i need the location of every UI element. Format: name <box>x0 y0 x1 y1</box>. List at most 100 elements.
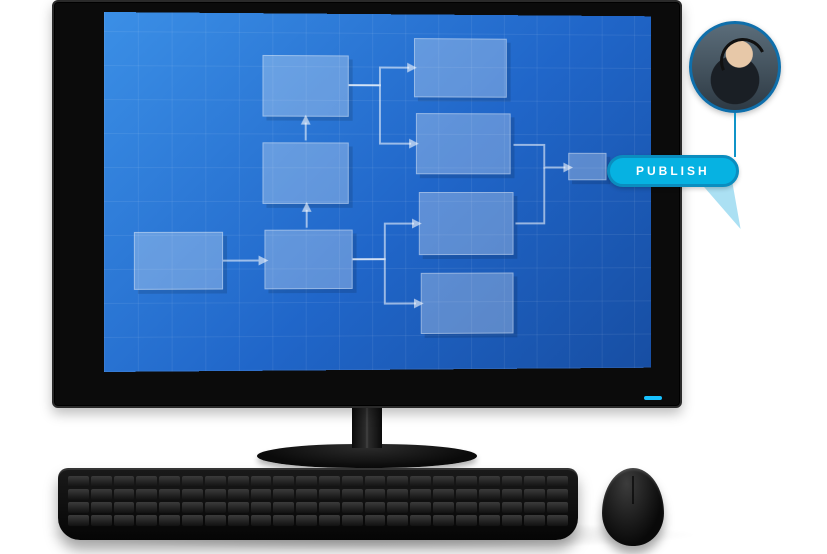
key <box>251 489 272 500</box>
key <box>296 476 317 487</box>
key <box>479 515 500 526</box>
callout-line <box>734 113 736 157</box>
key <box>365 476 386 487</box>
flow-node <box>419 192 514 255</box>
key <box>296 489 317 500</box>
key <box>136 476 157 487</box>
flow-node <box>263 55 349 117</box>
support-agent-avatar <box>689 21 781 113</box>
key <box>387 476 408 487</box>
key <box>136 489 157 500</box>
monitor-screen <box>104 12 651 372</box>
flow-node <box>414 38 507 98</box>
key <box>502 489 523 500</box>
key <box>182 515 203 526</box>
key <box>251 502 272 513</box>
key <box>91 502 112 513</box>
key <box>410 502 431 513</box>
key <box>159 502 180 513</box>
key <box>433 476 454 487</box>
key <box>205 476 226 487</box>
key <box>433 515 454 526</box>
key <box>136 515 157 526</box>
key <box>296 515 317 526</box>
key <box>228 476 249 487</box>
key <box>273 476 294 487</box>
key <box>387 502 408 513</box>
key <box>228 489 249 500</box>
key <box>524 489 545 500</box>
key <box>456 476 477 487</box>
key <box>205 502 226 513</box>
flow-connectors <box>104 12 651 372</box>
key <box>433 489 454 500</box>
key <box>365 515 386 526</box>
key <box>502 502 523 513</box>
publish-button[interactable]: PUBLISH <box>607 155 739 187</box>
key <box>182 502 203 513</box>
key <box>410 489 431 500</box>
key <box>342 476 363 487</box>
keyboard-keys <box>68 476 568 526</box>
key <box>91 489 112 500</box>
key <box>68 502 89 513</box>
key <box>68 476 89 487</box>
key <box>342 515 363 526</box>
key <box>319 489 340 500</box>
flow-node <box>421 273 514 334</box>
flow-node <box>416 113 511 174</box>
key <box>524 476 545 487</box>
key <box>319 515 340 526</box>
key <box>205 489 226 500</box>
power-led-icon <box>644 396 662 400</box>
keyboard <box>58 468 578 540</box>
key <box>114 515 135 526</box>
key <box>68 515 89 526</box>
key <box>547 502 568 513</box>
key <box>319 502 340 513</box>
flow-node <box>568 153 606 180</box>
key <box>159 489 180 500</box>
mouse <box>602 468 664 546</box>
flow-node <box>264 230 352 290</box>
key <box>502 476 523 487</box>
headset-icon <box>714 32 773 91</box>
key <box>479 476 500 487</box>
flow-node <box>263 142 349 204</box>
monitor-stand-neck <box>352 406 382 448</box>
key <box>479 502 500 513</box>
key <box>159 476 180 487</box>
flow-node <box>134 232 223 290</box>
key <box>114 502 135 513</box>
key <box>387 515 408 526</box>
key <box>273 502 294 513</box>
key <box>182 489 203 500</box>
desktop-monitor <box>52 0 682 470</box>
key <box>136 502 157 513</box>
key <box>387 489 408 500</box>
key <box>91 476 112 487</box>
key <box>502 515 523 526</box>
key <box>365 489 386 500</box>
key <box>547 515 568 526</box>
key <box>479 489 500 500</box>
key <box>296 502 317 513</box>
key <box>228 502 249 513</box>
key <box>205 515 226 526</box>
key <box>456 502 477 513</box>
key <box>456 489 477 500</box>
key <box>547 476 568 487</box>
key <box>114 489 135 500</box>
key <box>273 489 294 500</box>
key <box>410 515 431 526</box>
key <box>159 515 180 526</box>
key <box>547 489 568 500</box>
key <box>251 476 272 487</box>
key <box>456 515 477 526</box>
key <box>342 489 363 500</box>
key <box>182 476 203 487</box>
key <box>319 476 340 487</box>
key <box>114 476 135 487</box>
key <box>68 489 89 500</box>
key <box>524 515 545 526</box>
